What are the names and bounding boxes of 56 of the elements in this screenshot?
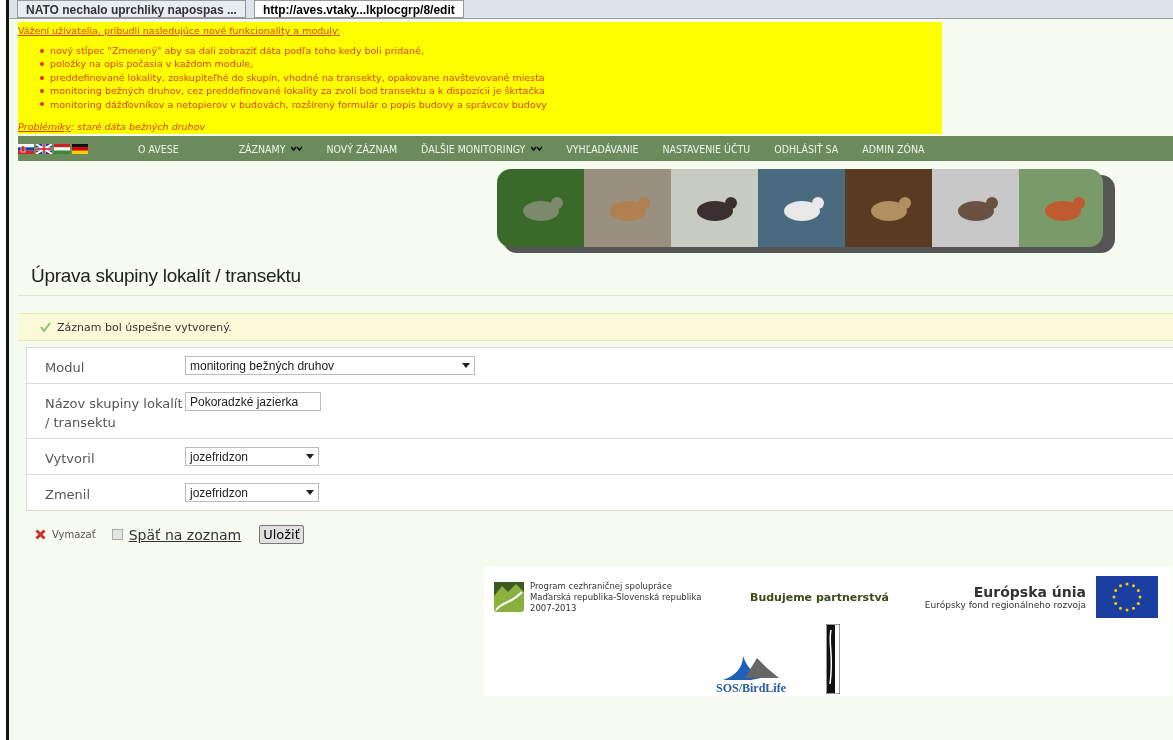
caret-icon — [306, 454, 314, 460]
field-label: Zmenil — [45, 486, 92, 505]
browser-tab[interactable]: http://aves.vtaky...lkplocgrp/8/edit — [253, 0, 464, 18]
hungarian-flag-icon[interactable] — [54, 143, 70, 154]
bullet-icon — [40, 75, 44, 80]
save-button[interactable]: Uložiť — [259, 525, 304, 545]
bullet-icon — [40, 88, 44, 93]
delete-icon — [35, 529, 46, 541]
nav-link[interactable]: ODHLÁSIŤ SA — [774, 142, 839, 155]
eu-title: Európska únia — [972, 584, 1086, 601]
check-icon — [40, 322, 51, 333]
browser-tab[interactable]: NATO nechalo uprchliky napospas ... — [17, 0, 246, 18]
caret-icon — [306, 490, 314, 496]
caret-icon — [462, 363, 470, 369]
german-flag-icon[interactable] — [72, 143, 88, 154]
bird-logo-icon — [721, 654, 781, 683]
dropdown[interactable]: monitoring bežných druhov — [185, 356, 475, 376]
notice-item: monitoring bežných druhov, cez preddefinované lokality za zvolí bod transektu a k dispozícii je škrtačka — [50, 84, 545, 98]
back-link[interactable]: Späť na zoznam — [128, 526, 242, 543]
hills-logo-icon — [494, 582, 524, 613]
dropdown[interactable]: jozefridzon — [185, 483, 319, 503]
nav-link[interactable]: ADMIN ZÓNA — [862, 142, 925, 155]
problems-note: Problémiky: staré dáta bežných druhov — [18, 121, 207, 133]
bullet-icon — [40, 102, 44, 107]
partner-name: SOS/BirdLife — [716, 682, 786, 695]
nav-link[interactable]: O AVESE — [138, 142, 179, 155]
eu-flag-icon — [1096, 576, 1158, 619]
nav-link[interactable]: NOVÝ ZÁZNAM — [326, 142, 398, 155]
field-label: Modul — [45, 359, 86, 378]
nav-link[interactable]: ZÁZNAMY — [238, 142, 286, 155]
input-field[interactable]: Pokoradzké jazierka — [185, 392, 321, 412]
nav-link[interactable]: VYHĽADÁVANIE — [566, 142, 639, 155]
notice-item: nový stĺpec "Zmenený" aby sa dali zobraziť dáta podľa toho kedy boli pridané, — [50, 44, 424, 58]
success-message: Záznam bol úspešne vytvorený. — [57, 320, 232, 334]
bullet-icon — [40, 48, 44, 53]
program-text: Program cezhraničnej spolupráce — [530, 580, 673, 592]
slogan: Budujeme partnerstvá — [750, 590, 889, 604]
nav-link[interactable]: NASTAVENIE ÚČTU — [662, 142, 751, 155]
notice-item: položky na opis počasia v každom module, — [50, 57, 254, 71]
page-title: Úprava skupiny lokalít / transektu — [31, 265, 302, 288]
bullet-icon — [40, 62, 44, 67]
program-text: 2007-2013 — [530, 602, 578, 614]
field-label: Názov skupiny lokalít / transektu — [45, 395, 184, 433]
notice-heading: Vážení užívatelia, pribudli nasledujúce nové funkcionality a moduly: — [18, 25, 342, 36]
eu-subtitle: Európsky fond regionálneho rozvoja — [924, 600, 1086, 611]
notice-item: preddefinované lokality, zoskupiteľhé do skupín, vhodné na transekty, opakovane navštevované miesta — [50, 70, 545, 85]
slovak-flag-icon[interactable] — [18, 143, 34, 154]
notice-item: monitoring dážďovníkov a netopierov v budovách, rozšírený formulár o popis budovy a správcov budovy — [50, 97, 547, 112]
square-icon — [111, 529, 123, 541]
problems-link[interactable]: Problémiky — [18, 121, 71, 133]
dropdown[interactable]: jozefridzon — [185, 447, 319, 467]
nav-link[interactable]: ĎALŠIE MONITORINGY — [421, 142, 526, 155]
field-label: Vytvoril — [45, 450, 96, 469]
delete-link[interactable]: Vymazať — [52, 529, 96, 541]
british-flag-icon[interactable] — [36, 143, 52, 154]
program-text: Maďarská republika-Slovenská republika — [530, 591, 702, 603]
